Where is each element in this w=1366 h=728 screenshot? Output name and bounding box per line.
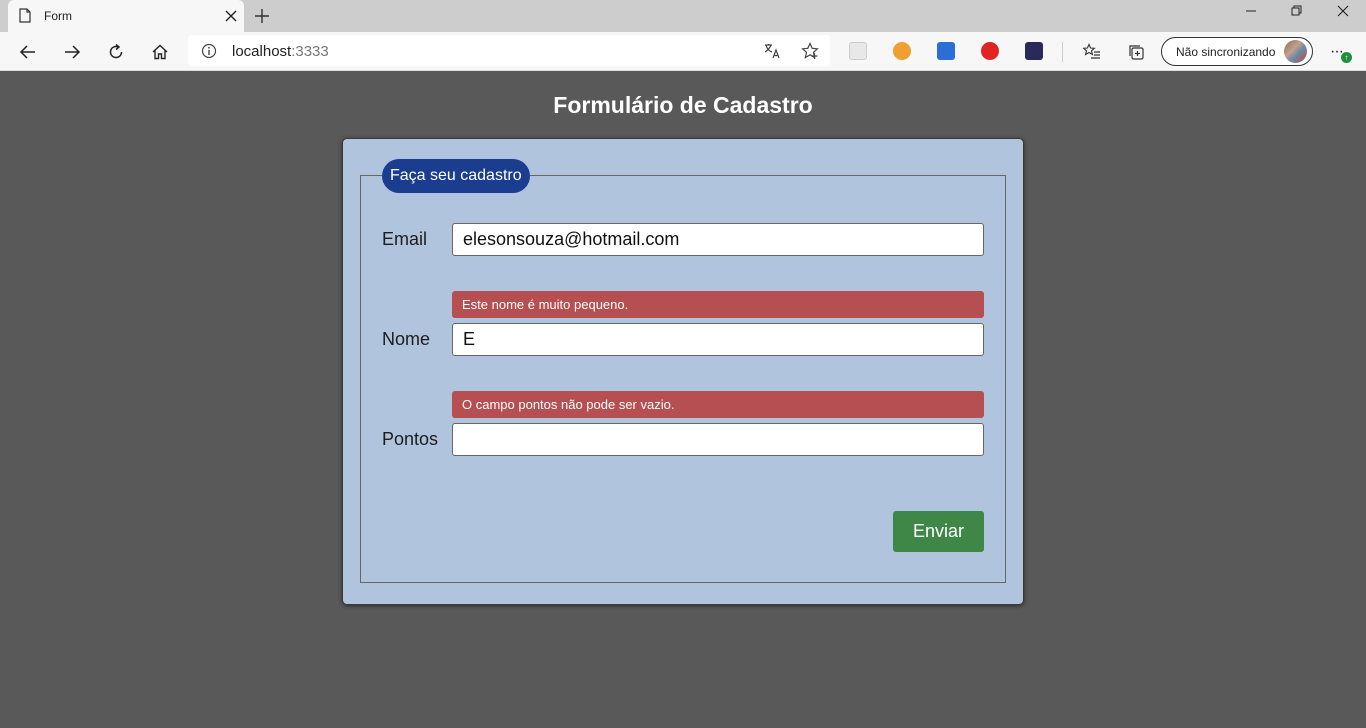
email-field[interactable]: elesonsouza@hotmail.com — [452, 223, 984, 256]
close-icon — [1337, 5, 1349, 17]
nome-error-message: Este nome é muito pequeno. — [452, 291, 984, 318]
extension-brackets-icon[interactable] — [1025, 42, 1043, 60]
back-button[interactable] — [15, 39, 41, 65]
pontos-field[interactable] — [452, 423, 984, 456]
refresh-button[interactable] — [103, 39, 129, 65]
nome-label: Nome — [382, 329, 431, 349]
submit-button[interactable]: Enviar — [893, 511, 984, 552]
forward-button[interactable] — [59, 39, 85, 65]
extension-translator-icon[interactable] — [937, 42, 955, 60]
profile-label: Não sincronizando — [1176, 45, 1276, 59]
toolbar-separator — [1062, 42, 1063, 62]
browser-tab[interactable]: Form — [8, 0, 244, 32]
arrow-left-icon — [19, 45, 35, 59]
tab-close-icon[interactable] — [224, 9, 238, 23]
browser-titlebar: Form — [0, 0, 1366, 32]
page-icon — [19, 8, 31, 23]
favorites-button[interactable] — [1079, 39, 1105, 65]
minimize-icon — [1246, 10, 1256, 12]
collections-icon — [1129, 45, 1144, 60]
avatar — [1284, 40, 1307, 63]
home-button[interactable] — [147, 39, 173, 65]
info-icon[interactable] — [201, 43, 217, 59]
page-title: Formulário de Cadastro — [553, 92, 813, 118]
home-icon — [152, 44, 168, 60]
nome-field[interactable]: E — [452, 323, 984, 356]
pontos-error-message: O campo pontos não pode ser vazio. — [452, 391, 984, 418]
extension-owl-icon[interactable] — [893, 42, 911, 60]
pontos-label: Pontos — [382, 429, 439, 449]
restore-button[interactable] — [1274, 0, 1320, 32]
settings-menu-button[interactable]: ··· ↑ — [1327, 39, 1357, 65]
profile-button[interactable]: Não sincronizando — [1161, 37, 1313, 66]
email-label: Email — [382, 229, 428, 249]
arrow-right-icon — [65, 45, 81, 59]
restore-icon — [1291, 5, 1302, 16]
url-port: :3333 — [291, 43, 329, 60]
star-icon[interactable] — [801, 42, 819, 60]
collections-button[interactable] — [1123, 39, 1149, 65]
favorites-icon — [1083, 43, 1100, 59]
minimize-button[interactable] — [1228, 0, 1274, 32]
browser-toolbar: localhost:3333 Não sincronizando ··· ↑ — [0, 32, 1366, 71]
address-bar[interactable]: localhost:3333 — [188, 35, 830, 66]
tab-title: Form — [44, 9, 72, 23]
form-card: Faça seu cadastro Email elesonsouza@hotm… — [342, 138, 1024, 605]
new-tab-icon[interactable] — [253, 7, 271, 25]
refresh-icon — [109, 43, 123, 59]
translate-icon[interactable] — [763, 42, 781, 60]
url-host: localhost — [232, 43, 292, 60]
close-window-button[interactable] — [1320, 0, 1366, 32]
form-legend: Faça seu cadastro — [382, 159, 530, 193]
extension-speed-icon[interactable] — [981, 42, 999, 60]
url-text[interactable]: localhost:3333 — [232, 43, 329, 60]
update-arrow-icon: ↑ — [1341, 52, 1352, 63]
extension-react-icon[interactable] — [849, 42, 867, 60]
